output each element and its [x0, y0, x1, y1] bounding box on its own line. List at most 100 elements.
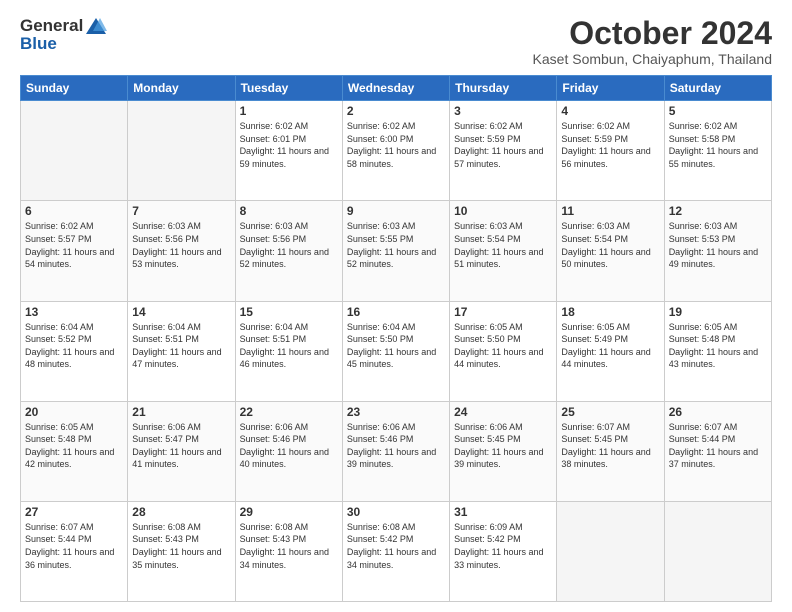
day-number: 27 — [25, 505, 123, 519]
day-info: Sunrise: 6:03 AM Sunset: 5:54 PM Dayligh… — [561, 220, 659, 270]
day-info: Sunrise: 6:07 AM Sunset: 5:45 PM Dayligh… — [561, 421, 659, 471]
logo-general: General — [20, 16, 83, 36]
calendar-cell: 24 Sunrise: 6:06 AM Sunset: 5:45 PM Dayli… — [450, 401, 557, 501]
calendar-cell: 3 Sunrise: 6:02 AM Sunset: 5:59 PM Daylig… — [450, 101, 557, 201]
calendar-cell — [21, 101, 128, 201]
day-number: 13 — [25, 305, 123, 319]
day-info: Sunrise: 6:05 AM Sunset: 5:48 PM Dayligh… — [25, 421, 123, 471]
day-info: Sunrise: 6:08 AM Sunset: 5:43 PM Dayligh… — [240, 521, 338, 571]
calendar-cell — [557, 501, 664, 601]
day-number: 20 — [25, 405, 123, 419]
logo: General Blue — [20, 16, 107, 54]
calendar-cell: 5 Sunrise: 6:02 AM Sunset: 5:58 PM Daylig… — [664, 101, 771, 201]
day-info: Sunrise: 6:04 AM Sunset: 5:51 PM Dayligh… — [240, 321, 338, 371]
day-number: 14 — [132, 305, 230, 319]
day-number: 22 — [240, 405, 338, 419]
calendar-cell: 12Sunrise: 6:03 AM Sunset: 5:53 PM Dayli… — [664, 201, 771, 301]
day-info: Sunrise: 6:04 AM Sunset: 5:52 PM Dayligh… — [25, 321, 123, 371]
day-info: Sunrise: 6:06 AM Sunset: 5:47 PM Dayligh… — [132, 421, 230, 471]
day-info: Sunrise: 6:04 AM Sunset: 5:51 PM Dayligh… — [132, 321, 230, 371]
day-number: 3 — [454, 104, 552, 118]
day-info: Sunrise: 6:02 AM Sunset: 5:59 PM Dayligh… — [454, 120, 552, 170]
calendar-cell: 14 Sunrise: 6:04 AM Sunset: 5:51 PM Dayli… — [128, 301, 235, 401]
calendar-cell: 6Sunrise: 6:02 AM Sunset: 5:57 PM Daylig… — [21, 201, 128, 301]
day-info: Sunrise: 6:08 AM Sunset: 5:43 PM Dayligh… — [132, 521, 230, 571]
day-number: 12 — [669, 204, 767, 218]
day-number: 7 — [132, 204, 230, 218]
day-number: 19 — [669, 305, 767, 319]
calendar-cell: 17Sunrise: 6:05 AM Sunset: 5:50 PM Dayli… — [450, 301, 557, 401]
calendar-cell — [664, 501, 771, 601]
calendar-week-row: 6Sunrise: 6:02 AM Sunset: 5:57 PM Daylig… — [21, 201, 772, 301]
calendar-cell: 8 Sunrise: 6:03 AM Sunset: 5:56 PM Daylig… — [235, 201, 342, 301]
calendar-cell: 23 Sunrise: 6:06 AM Sunset: 5:46 PM Dayli… — [342, 401, 449, 501]
day-info: Sunrise: 6:03 AM Sunset: 5:55 PM Dayligh… — [347, 220, 445, 270]
day-info: Sunrise: 6:06 AM Sunset: 5:46 PM Dayligh… — [347, 421, 445, 471]
day-number: 23 — [347, 405, 445, 419]
calendar-week-row: 13 Sunrise: 6:04 AM Sunset: 5:52 PM Dayli… — [21, 301, 772, 401]
day-number: 17 — [454, 305, 552, 319]
day-number: 9 — [347, 204, 445, 218]
day-number: 10 — [454, 204, 552, 218]
day-number: 28 — [132, 505, 230, 519]
day-number: 18 — [561, 305, 659, 319]
day-info: Sunrise: 6:02 AM Sunset: 6:01 PM Dayligh… — [240, 120, 338, 170]
day-info: Sunrise: 6:05 AM Sunset: 5:48 PM Dayligh… — [669, 321, 767, 371]
calendar-cell: 7 Sunrise: 6:03 AM Sunset: 5:56 PM Daylig… — [128, 201, 235, 301]
day-info: Sunrise: 6:09 AM Sunset: 5:42 PM Dayligh… — [454, 521, 552, 571]
day-number: 2 — [347, 104, 445, 118]
day-number: 31 — [454, 505, 552, 519]
day-info: Sunrise: 6:02 AM Sunset: 5:59 PM Dayligh… — [561, 120, 659, 170]
day-number: 29 — [240, 505, 338, 519]
header: General Blue October 2024 Kaset Sombun, … — [20, 16, 772, 67]
calendar-cell: 15 Sunrise: 6:04 AM Sunset: 5:51 PM Dayli… — [235, 301, 342, 401]
calendar-cell: 26Sunrise: 6:07 AM Sunset: 5:44 PM Dayli… — [664, 401, 771, 501]
day-info: Sunrise: 6:02 AM Sunset: 5:58 PM Dayligh… — [669, 120, 767, 170]
calendar-cell: 18 Sunrise: 6:05 AM Sunset: 5:49 PM Dayli… — [557, 301, 664, 401]
day-info: Sunrise: 6:08 AM Sunset: 5:42 PM Dayligh… — [347, 521, 445, 571]
day-number: 4 — [561, 104, 659, 118]
day-info: Sunrise: 6:03 AM Sunset: 5:56 PM Dayligh… — [132, 220, 230, 270]
calendar-header-row: SundayMondayTuesdayWednesdayThursdayFrid… — [21, 76, 772, 101]
day-number: 15 — [240, 305, 338, 319]
day-info: Sunrise: 6:05 AM Sunset: 5:49 PM Dayligh… — [561, 321, 659, 371]
day-info: Sunrise: 6:02 AM Sunset: 5:57 PM Dayligh… — [25, 220, 123, 270]
day-info: Sunrise: 6:03 AM Sunset: 5:56 PM Dayligh… — [240, 220, 338, 270]
day-info: Sunrise: 6:04 AM Sunset: 5:50 PM Dayligh… — [347, 321, 445, 371]
calendar-table: SundayMondayTuesdayWednesdayThursdayFrid… — [20, 75, 772, 602]
calendar-day-header: Saturday — [664, 76, 771, 101]
day-number: 5 — [669, 104, 767, 118]
calendar-week-row: 20 Sunrise: 6:05 AM Sunset: 5:48 PM Dayli… — [21, 401, 772, 501]
calendar-day-header: Thursday — [450, 76, 557, 101]
day-info: Sunrise: 6:06 AM Sunset: 5:45 PM Dayligh… — [454, 421, 552, 471]
day-number: 1 — [240, 104, 338, 118]
calendar-cell: 28 Sunrise: 6:08 AM Sunset: 5:43 PM Dayli… — [128, 501, 235, 601]
calendar-cell: 10 Sunrise: 6:03 AM Sunset: 5:54 PM Dayli… — [450, 201, 557, 301]
title-area: October 2024 Kaset Sombun, Chaiyaphum, T… — [533, 16, 772, 67]
calendar-cell: 2Sunrise: 6:02 AM Sunset: 6:00 PM Daylig… — [342, 101, 449, 201]
logo-icon — [85, 17, 107, 35]
calendar-cell: 11Sunrise: 6:03 AM Sunset: 5:54 PM Dayli… — [557, 201, 664, 301]
day-number: 21 — [132, 405, 230, 419]
calendar-cell: 30Sunrise: 6:08 AM Sunset: 5:42 PM Dayli… — [342, 501, 449, 601]
calendar-cell: 19 Sunrise: 6:05 AM Sunset: 5:48 PM Dayli… — [664, 301, 771, 401]
calendar-day-header: Monday — [128, 76, 235, 101]
calendar-cell: 16Sunrise: 6:04 AM Sunset: 5:50 PM Dayli… — [342, 301, 449, 401]
day-number: 26 — [669, 405, 767, 419]
calendar-day-header: Friday — [557, 76, 664, 101]
calendar-cell: 29 Sunrise: 6:08 AM Sunset: 5:43 PM Dayli… — [235, 501, 342, 601]
day-info: Sunrise: 6:07 AM Sunset: 5:44 PM Dayligh… — [25, 521, 123, 571]
calendar-cell: 31 Sunrise: 6:09 AM Sunset: 5:42 PM Dayli… — [450, 501, 557, 601]
logo-blue: Blue — [20, 34, 57, 54]
day-number: 8 — [240, 204, 338, 218]
day-number: 25 — [561, 405, 659, 419]
calendar-day-header: Wednesday — [342, 76, 449, 101]
day-number: 24 — [454, 405, 552, 419]
day-info: Sunrise: 6:06 AM Sunset: 5:46 PM Dayligh… — [240, 421, 338, 471]
day-info: Sunrise: 6:03 AM Sunset: 5:54 PM Dayligh… — [454, 220, 552, 270]
month-title: October 2024 — [533, 16, 772, 51]
location: Kaset Sombun, Chaiyaphum, Thailand — [533, 51, 772, 67]
calendar-cell: 4 Sunrise: 6:02 AM Sunset: 5:59 PM Daylig… — [557, 101, 664, 201]
calendar-cell: 20 Sunrise: 6:05 AM Sunset: 5:48 PM Dayli… — [21, 401, 128, 501]
calendar-cell — [128, 101, 235, 201]
